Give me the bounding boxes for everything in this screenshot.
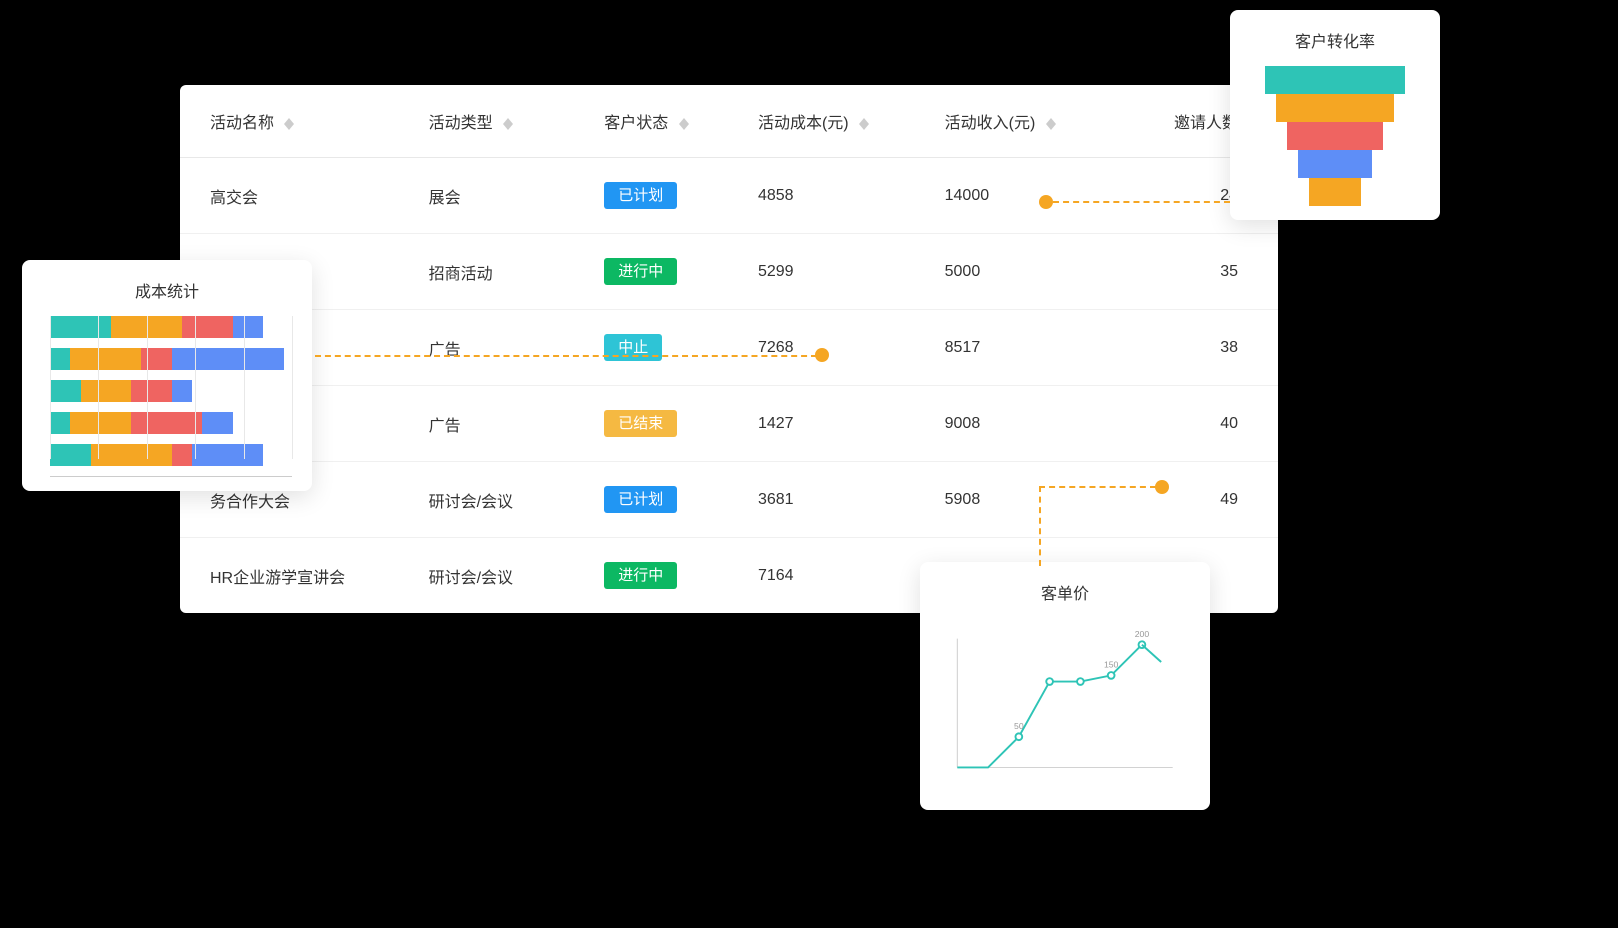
table-row[interactable]: 务合作大会研讨会/会议已计划3681590849: [180, 462, 1278, 538]
cell-status: 已计划: [586, 462, 740, 538]
sort-icon[interactable]: [503, 118, 513, 130]
cell-invited: 40: [1113, 386, 1278, 462]
sort-icon[interactable]: [1046, 118, 1056, 130]
table-row[interactable]: 广告中止 7268851738: [180, 310, 1278, 386]
sort-icon[interactable]: [284, 118, 294, 130]
cell-type: 研讨会/会议: [411, 538, 587, 614]
cost-stat-card: 成本统计: [22, 260, 312, 491]
svg-text:150: 150: [1104, 660, 1119, 670]
cell-revenue: 9008: [927, 386, 1114, 462]
header-status[interactable]: 客户状态: [586, 85, 740, 158]
cell-revenue: 5908: [927, 462, 1114, 538]
unit-price-card: 客单价 50 150 200: [920, 562, 1210, 810]
cell-cost: 7164: [740, 538, 927, 614]
cost-stacked-bar-chart: [42, 316, 292, 477]
header-cost[interactable]: 活动成本(元): [740, 85, 927, 158]
cell-status: 进行中: [586, 234, 740, 310]
header-revenue[interactable]: 活动收入(元): [927, 85, 1114, 158]
cell-cost: 1427: [740, 386, 927, 462]
status-badge: 进行中: [604, 562, 677, 589]
cell-cost: 7268: [740, 310, 927, 386]
header-name[interactable]: 活动名称: [180, 85, 411, 158]
cell-status: 中止: [586, 310, 740, 386]
cell-invited: 38: [1113, 310, 1278, 386]
header-type-label: 活动类型: [429, 115, 493, 132]
header-invited-label: 邀请人数: [1174, 115, 1238, 132]
table-row[interactable]: 告推广广告已结束1427900840: [180, 386, 1278, 462]
status-badge: 已计划: [604, 182, 677, 209]
header-name-label: 活动名称: [210, 115, 274, 132]
funnel-stage: [1309, 178, 1361, 206]
header-type[interactable]: 活动类型: [411, 85, 587, 158]
cell-invited: 35: [1113, 234, 1278, 310]
funnel-title: 客户转化率: [1250, 28, 1420, 52]
cell-name: HR企业游学宣讲会: [180, 538, 411, 614]
status-badge: 中止: [604, 334, 662, 361]
funnel-chart: [1250, 66, 1420, 206]
cell-status: 已结束: [586, 386, 740, 462]
sort-icon[interactable]: [679, 118, 689, 130]
funnel-stage: [1265, 66, 1405, 94]
cell-revenue: 5000: [927, 234, 1114, 310]
activity-table: 活动名称 活动类型 客户状态: [180, 85, 1278, 613]
table-row[interactable]: 招商活动招商活动进行中5299500035: [180, 234, 1278, 310]
unit-price-line-chart: 50 150 200: [940, 618, 1190, 788]
status-badge: 已结束: [604, 410, 677, 437]
cell-type: 广告: [411, 310, 587, 386]
funnel-stage: [1298, 150, 1372, 178]
status-badge: 进行中: [604, 258, 677, 285]
cell-revenue: 8517: [927, 310, 1114, 386]
cell-status: 进行中: [586, 538, 740, 614]
svg-text:50: 50: [1014, 721, 1024, 731]
header-cost-label: 活动成本(元): [758, 115, 849, 132]
cell-type: 招商活动: [411, 234, 587, 310]
status-badge: 已计划: [604, 486, 677, 513]
cell-cost: 3681: [740, 462, 927, 538]
cell-revenue: 14000: [927, 158, 1114, 234]
cell-type: 研讨会/会议: [411, 462, 587, 538]
activity-table-card: 活动名称 活动类型 客户状态: [180, 85, 1278, 613]
funnel-stage: [1276, 94, 1394, 122]
funnel-card: 客户转化率: [1230, 10, 1440, 220]
table-row[interactable]: 高交会展会已计划48581400024: [180, 158, 1278, 234]
cell-invited: 49: [1113, 462, 1278, 538]
cell-status: 已计划: [586, 158, 740, 234]
cell-name: 高交会: [180, 158, 411, 234]
cost-stat-title: 成本统计: [42, 278, 292, 302]
funnel-stage: [1287, 122, 1383, 150]
cell-cost: 5299: [740, 234, 927, 310]
header-revenue-label: 活动收入(元): [945, 115, 1036, 132]
sort-icon[interactable]: [859, 118, 869, 130]
cell-type: 广告: [411, 386, 587, 462]
unit-price-title: 客单价: [940, 580, 1190, 604]
svg-text:200: 200: [1135, 629, 1150, 639]
cell-type: 展会: [411, 158, 587, 234]
header-status-label: 客户状态: [604, 115, 668, 132]
cell-cost: 4858: [740, 158, 927, 234]
